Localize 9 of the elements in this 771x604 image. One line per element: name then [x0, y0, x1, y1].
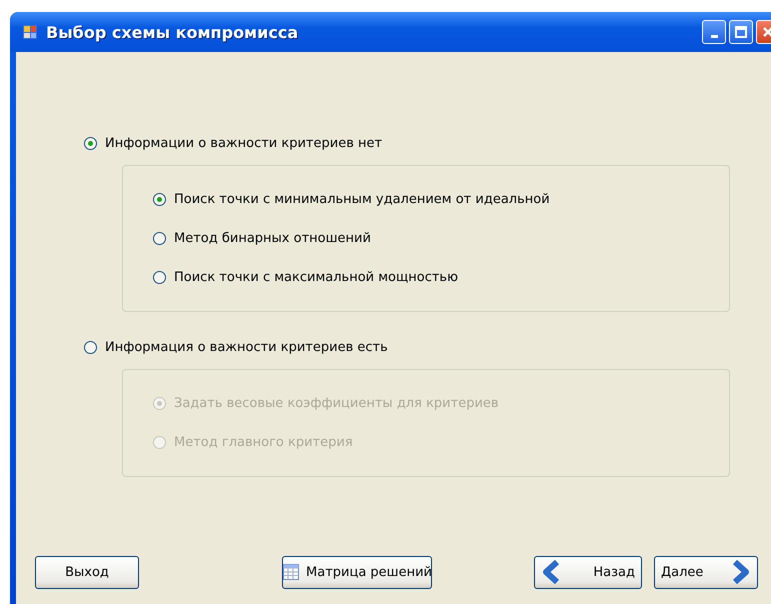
back-button[interactable]: Назад: [534, 556, 642, 588]
exit-button[interactable]: Выход: [35, 556, 139, 588]
radio-option[interactable]: Поиск точки с минимальным удалением от идеальной: [153, 192, 550, 207]
next-button[interactable]: Далее: [654, 556, 758, 588]
matrix-button[interactable]: Матрица решений: [282, 556, 432, 588]
radio-option[interactable]: Метод бинарных отношений: [153, 231, 371, 246]
window-title: Выбор схемы компромисса: [46, 22, 300, 42]
radio-option[interactable]: Поиск точки с максимальной мощностью: [153, 270, 458, 285]
radio-option[interactable]: Информации о важности критериев нет: [84, 136, 382, 151]
